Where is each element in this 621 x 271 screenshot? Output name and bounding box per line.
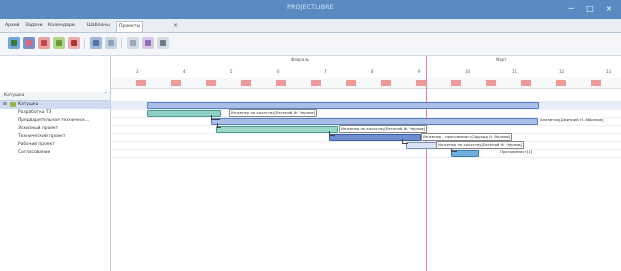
tree-item-root[interactable]: ⊟ Катушка [0,101,110,109]
task-bar[interactable] [216,126,338,133]
toolbar-separator [121,38,122,49]
project-icon [10,102,16,107]
tree-item-label: Предварительная техническ… [18,118,90,123]
summary-bar[interactable] [147,102,539,109]
week-label: 9 [418,69,421,74]
tab-calendars[interactable]: Календари [46,21,77,31]
tree-item-label: Технический проект [18,134,66,139]
bar-resource-label: Инженер по качеству[Евгений Ф. Чернов] [436,141,525,149]
task-usage-icon[interactable] [53,37,65,49]
tree-item[interactable]: Технический проект [0,133,110,141]
tree-item[interactable]: Предварительная техническ… [0,117,110,125]
minimize-button[interactable]: ─ [565,4,577,14]
tab-projects[interactable]: Проекты [116,21,144,32]
app-window: PROJECTLIBRE ─ □ × Архив Задачи Календар… [0,0,621,271]
week-label: 12 [559,69,565,74]
chart-icon[interactable] [105,37,117,49]
week-label: 10 [465,69,471,74]
edit-icon[interactable] [142,37,154,49]
tree-item-label: Согласование [18,150,51,155]
week-label: 3 [136,69,139,74]
resource-view-icon[interactable] [38,37,50,49]
filter-icon[interactable] [157,37,169,49]
month-label: Февраль [291,57,310,62]
week-label: 7 [324,69,327,74]
bar-resource-label: Программист[1] [500,149,533,154]
tree-item-label: Рабочий проект [18,142,55,147]
tree-item-label: Эскизный проект [18,126,59,131]
window-title: PROJECTLIBRE [287,4,334,11]
task-tree-pane: Катушка ˄ ⊟ Катушка Разработка ТЗ Предва… [0,56,111,271]
week-label: 4 [183,69,186,74]
report-icon[interactable] [90,37,102,49]
toolbar-separator [84,38,85,49]
resource-usage-icon[interactable] [68,37,80,49]
tree-item-label: Разработка ТЗ [18,110,52,115]
dependency-link [329,131,335,136]
task-bar[interactable] [211,118,538,125]
tab-strip: Архив Задачи Календари Шаблоны Проекты × [0,19,621,33]
dependency-link [217,123,221,128]
week-label: 13 [606,69,612,74]
day-header [111,78,621,89]
tab-templates[interactable]: Шаблоны [85,21,112,31]
gantt-row [111,149,621,158]
close-tab-icon[interactable]: × [173,21,178,31]
tree-item[interactable]: Разработка ТЗ [0,109,110,117]
gantt-view-icon[interactable] [8,37,20,49]
restore-button[interactable]: □ [584,4,596,14]
bar-resource-label: Инженер по качеству[Евгений Ф. Чернов] [339,125,428,133]
bar-resource-label: Инженер - программист[Эдуард Н. Волков] [421,133,513,141]
today-line [426,56,427,271]
dependency-link [211,115,220,120]
dependency-link [402,139,408,144]
tree-item[interactable]: Рабочий проект [0,141,110,149]
task-bar[interactable] [147,110,221,117]
month-header: Февраль Март [111,56,621,64]
month-label: Март [496,57,507,62]
title-bar: PROJECTLIBRE ─ □ × [0,0,621,19]
sort-indicator-icon: ˄ [104,92,108,98]
week-label: 11 [512,69,518,74]
gantt-chart: Февраль Март 3 4 5 6 7 8 9 10 11 12 13 И… [111,56,621,271]
close-button[interactable]: × [603,4,615,14]
week-label: 8 [371,69,374,74]
tree-item[interactable]: Эскизный проект [0,125,110,133]
network-view-icon[interactable] [23,37,35,49]
tree-header: Катушка ˄ [0,92,110,101]
week-label: 6 [277,69,280,74]
day-cell [616,80,621,86]
toolbar [0,33,621,56]
week-header: 3 4 5 6 7 8 9 10 11 12 13 [111,68,621,76]
tab-tasks[interactable]: Задачи [23,21,44,31]
table-icon[interactable] [127,37,139,49]
tab-archive[interactable]: Архив [3,21,21,31]
collapse-icon[interactable]: ⊟ [3,101,7,109]
bar-resource-label: Инженер по качеству[Евгений Ф. Чернов] [229,109,318,117]
tree-header-label: Катушка [4,93,25,98]
bar-resource-label: Аналитик[Дмитрий Н. Абрамов] [539,117,605,123]
tree-item-label: Катушка [18,102,39,107]
tree-item[interactable]: Согласование [0,149,110,157]
week-label: 5 [230,69,233,74]
